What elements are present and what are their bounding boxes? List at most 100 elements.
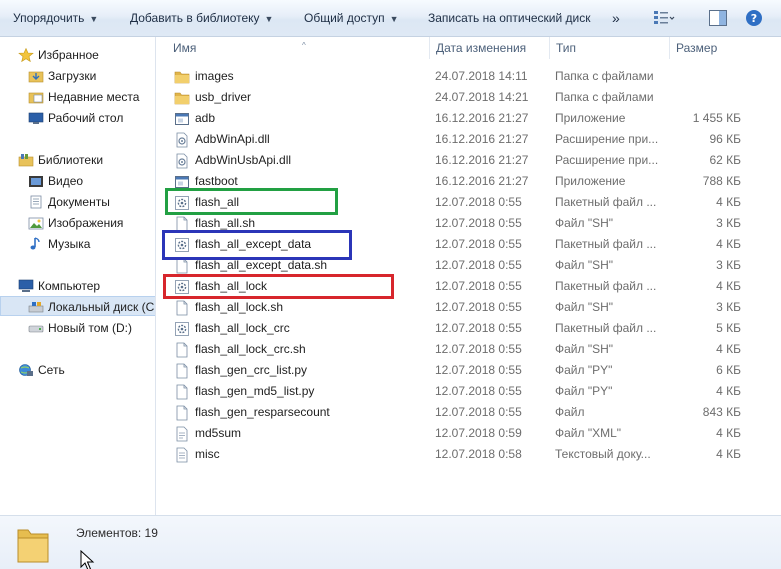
column-header-size[interactable]: Размер (669, 37, 781, 59)
file-name: flash_all_lock (195, 279, 268, 293)
dll-icon (174, 132, 190, 148)
batch-icon (174, 195, 190, 211)
file-row[interactable]: flash_all_lock_crc.sh 12.07.2018 0:55 Файл… (157, 339, 781, 360)
file-type: Файл "PY" (555, 363, 613, 377)
file-name: flash_all_except_data.sh (195, 258, 328, 272)
file-date: 12.07.2018 0:55 (435, 300, 522, 314)
file-type: Приложение (555, 174, 626, 188)
file-row[interactable]: fastboot 16.12.2016 21:27 Приложение 788 КБ (157, 171, 781, 192)
file-date: 16.12.2016 21:27 (435, 111, 529, 125)
file-icon (174, 258, 190, 274)
preview-pane-icon[interactable] (708, 9, 728, 27)
file-row[interactable]: flash_all_lock_crc 12.07.2018 0:55 Пакетны… (157, 318, 781, 339)
file-size: 788 КБ (702, 174, 741, 188)
app-icon (174, 111, 190, 127)
file-type: Текстовый доку... (555, 447, 651, 461)
burn-button[interactable]: Записать на оптический диск (428, 0, 591, 37)
file-row[interactable]: AdbWinUsbApi.dll 16.12.2016 21:27 Расширен… (157, 150, 781, 171)
file-date: 12.07.2018 0:55 (435, 384, 522, 398)
star-icon (18, 48, 34, 62)
file-row[interactable]: flash_all 12.07.2018 0:55 Пакетный файл ..… (157, 192, 781, 213)
add-to-library-menu[interactable]: Добавить в библиотеку ▼ (130, 0, 273, 37)
column-header-name[interactable]: Имя ^ (167, 37, 429, 59)
file-size: 3 КБ (716, 216, 741, 230)
file-name: flash_all_lock_crc (195, 321, 290, 335)
documents-icon (30, 195, 42, 209)
file-size: 4 КБ (716, 237, 741, 251)
file-name: flash_all (195, 195, 240, 209)
column-headers: Имя ^ Дата изменения Тип Размер (157, 37, 781, 59)
file-row[interactable]: flash_all_except_data.sh 12.07.2018 0:55 Ф… (157, 255, 781, 276)
more-commands-button[interactable]: » (612, 0, 620, 37)
file-row[interactable]: flash_gen_resparsecount 12.07.2018 0:55 Фа… (157, 402, 781, 423)
chevron-down-icon: ▼ (389, 14, 399, 24)
details-pane: Элементов: 19 (0, 515, 781, 569)
item-count: Элементов: 19 (76, 526, 158, 540)
file-name: images (195, 69, 234, 83)
file-type: Расширение при... (555, 132, 659, 146)
video-icon (29, 176, 43, 187)
file-type: Файл "SH" (555, 216, 614, 230)
nav-downloads-label: Загрузки (48, 69, 97, 83)
file-row[interactable]: flash_all_except_data 12.07.2018 0:55 Паке… (157, 234, 781, 255)
batch-icon (174, 321, 190, 337)
file-size: 3 КБ (716, 300, 741, 314)
file-date: 12.07.2018 0:55 (435, 342, 522, 356)
file-size: 3 КБ (716, 258, 741, 272)
file-row[interactable]: flash_gen_crc_list.py 12.07.2018 0:55 Файл… (157, 360, 781, 381)
add-to-library-label: Добавить в библиотеку (130, 11, 260, 25)
file-icon (174, 300, 190, 316)
file-size: 4 КБ (716, 342, 741, 356)
file-row[interactable]: flash_all_lock 12.07.2018 0:55 Пакетный фа… (157, 276, 781, 297)
file-type: Расширение при... (555, 153, 659, 167)
file-name: flash_gen_crc_list.py (195, 363, 308, 377)
file-row[interactable]: usb_driver 24.07.2018 14:21 Папка с файлам… (157, 87, 781, 108)
share-menu[interactable]: Общий доступ ▼ (304, 0, 399, 37)
sort-ascending-icon: ^ (302, 41, 306, 50)
nav-documents-label: Документы (48, 195, 110, 209)
file-name: flash_all_except_data (195, 237, 312, 251)
file-name: flash_all.sh (195, 216, 256, 230)
local-disk-icon (28, 302, 44, 313)
column-header-type[interactable]: Тип (549, 37, 669, 59)
help-icon[interactable]: ? (744, 9, 764, 27)
nav-pictures-label: Изображения (48, 216, 124, 230)
file-date: 12.07.2018 0:55 (435, 279, 522, 293)
file-row[interactable]: md5sum 12.07.2018 0:59 Файл "XML" 4 КБ (157, 423, 781, 444)
chevron-down-icon: ▼ (89, 14, 99, 24)
computer-icon (18, 279, 34, 292)
file-name: AdbWinApi.dll (195, 132, 270, 146)
file-row[interactable]: adb 16.12.2016 21:27 Приложение 1 455 КБ (157, 108, 781, 129)
file-date: 16.12.2016 21:27 (435, 132, 529, 146)
file-type: Файл "SH" (555, 300, 614, 314)
nav-new-volume-label: Новый том (D:) (48, 321, 132, 335)
file-row[interactable]: images 24.07.2018 14:11 Папка с файлами (157, 66, 781, 87)
file-row[interactable]: AdbWinApi.dll 16.12.2016 21:27 Расширение … (157, 129, 781, 150)
organize-menu[interactable]: Упорядочить ▼ (13, 0, 98, 37)
folder-icon (17, 529, 49, 563)
file-name: AdbWinUsbApi.dll (195, 153, 292, 167)
nav-recent-places-label: Недавние места (48, 90, 140, 104)
change-view-icon[interactable] (653, 9, 675, 27)
file-icon (174, 363, 190, 379)
file-date: 12.07.2018 0:55 (435, 216, 522, 230)
xml-icon (174, 426, 190, 442)
folder-icon (174, 69, 190, 85)
file-list: images 24.07.2018 14:11 Папка с файлами usb… (157, 66, 781, 465)
file-size: 4 КБ (716, 279, 741, 293)
nav-local-disk[interactable]: Локальный диск (C (0, 296, 155, 316)
file-row[interactable]: misc 12.07.2018 0:58 Текстовый доку... 4 КБ (157, 444, 781, 465)
file-row[interactable]: flash_all_lock.sh 12.07.2018 0:55 Файл "SH… (157, 297, 781, 318)
burn-label: Записать на оптический диск (428, 11, 591, 25)
nav-video-label: Видео (48, 174, 84, 188)
column-header-date[interactable]: Дата изменения (429, 37, 549, 59)
file-type: Файл "PY" (555, 384, 613, 398)
file-type: Пакетный файл ... (555, 237, 657, 251)
folder-icon (174, 90, 190, 106)
file-row[interactable]: flash_gen_md5_list.py 12.07.2018 0:55 Файл… (157, 381, 781, 402)
file-name: flash_gen_md5_list.py (195, 384, 315, 398)
nav-network-label: Сеть (38, 363, 65, 377)
file-row[interactable]: flash_all.sh 12.07.2018 0:55 Файл "SH" 3 КБ (157, 213, 781, 234)
text-icon (174, 447, 190, 463)
batch-icon (174, 279, 190, 295)
